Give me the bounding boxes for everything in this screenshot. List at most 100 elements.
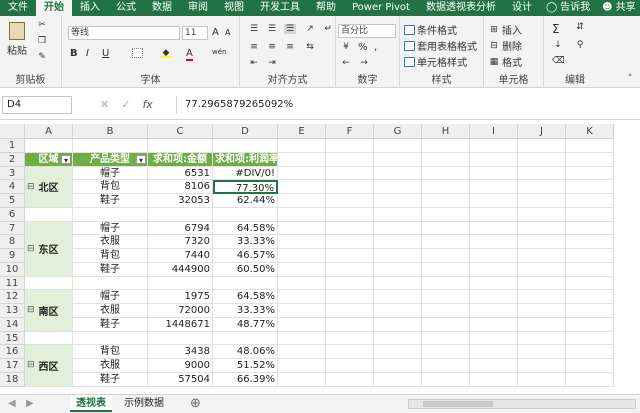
shrink-font-button[interactable]: A xyxy=(225,28,230,37)
tab-insert[interactable]: 插入 xyxy=(72,0,108,16)
margin-cell[interactable]: 33.33% xyxy=(213,235,278,249)
tell-me[interactable]: ◯ 告诉我 xyxy=(540,0,596,16)
grid-cell[interactable] xyxy=(374,166,422,181)
grid-cell[interactable] xyxy=(518,317,566,332)
accounting-button[interactable]: ¥ xyxy=(340,42,352,52)
grid-cell[interactable] xyxy=(566,317,614,332)
sheet-tab-sample[interactable]: 示例数据 xyxy=(118,395,170,412)
grid-cell[interactable] xyxy=(566,207,614,222)
align-right-button[interactable]: ≡ xyxy=(284,42,296,52)
grid-cell[interactable] xyxy=(326,262,374,277)
active-cell[interactable]: 77.30% xyxy=(213,180,278,194)
row-header[interactable]: 3 xyxy=(0,166,25,181)
column-header[interactable]: F xyxy=(326,124,374,139)
grid-cell[interactable] xyxy=(566,235,614,249)
grid-cell[interactable] xyxy=(518,276,566,291)
margin-cell[interactable]: 64.58% xyxy=(213,221,278,236)
delete-cells-button[interactable]: ⊟ 删除 xyxy=(488,38,522,54)
sheet-tab-pivot[interactable]: 透视表 xyxy=(70,395,112,412)
grid-cell[interactable] xyxy=(326,207,374,222)
grid-cell[interactable] xyxy=(422,359,470,373)
amount-cell[interactable]: 3438 xyxy=(148,345,213,359)
find-select-button[interactable]: ⚲ xyxy=(574,40,586,50)
column-header[interactable]: E xyxy=(278,124,326,139)
grid-cell[interactable] xyxy=(374,359,422,373)
row-header[interactable]: 16 xyxy=(0,345,25,359)
tab-help[interactable]: 帮助 xyxy=(308,0,344,16)
grid-cell[interactable] xyxy=(278,249,326,263)
amount-cell[interactable]: 32053 xyxy=(148,194,213,208)
grid-cell[interactable] xyxy=(566,359,614,373)
grid-cell[interactable] xyxy=(518,304,566,318)
grid-cell[interactable] xyxy=(374,235,422,249)
align-left-button[interactable]: ≡ xyxy=(248,42,260,52)
number-format-select[interactable]: 百分比 xyxy=(338,24,396,38)
row-header[interactable]: 5 xyxy=(0,194,25,208)
grid-cell[interactable] xyxy=(422,345,470,359)
column-header[interactable]: H xyxy=(422,124,470,139)
grid-cell[interactable] xyxy=(326,180,374,194)
row-header[interactable]: 8 xyxy=(0,235,25,249)
grid-cell[interactable] xyxy=(566,249,614,263)
grid-cell[interactable] xyxy=(566,290,614,304)
column-header[interactable]: J xyxy=(518,124,566,139)
comma-button[interactable]: , xyxy=(374,42,377,53)
grid-cell[interactable] xyxy=(374,194,422,208)
grid-cell[interactable] xyxy=(470,235,518,249)
grid-cell[interactable] xyxy=(566,345,614,359)
grid-cell[interactable] xyxy=(470,262,518,277)
row-header[interactable]: 17 xyxy=(0,359,25,373)
grid-cell[interactable] xyxy=(374,152,422,167)
grid-cell[interactable] xyxy=(278,235,326,249)
grid-cell[interactable] xyxy=(278,372,326,387)
row-header[interactable]: 7 xyxy=(0,221,25,236)
column-header[interactable]: A xyxy=(25,124,73,139)
grid-cell[interactable] xyxy=(374,304,422,318)
italic-button[interactable]: I xyxy=(86,48,89,59)
row-header[interactable]: 14 xyxy=(0,317,25,332)
collapse-icon[interactable]: ⊟ xyxy=(27,360,35,370)
align-bottom-button[interactable]: ☰ xyxy=(284,24,296,34)
grid-cell[interactable] xyxy=(518,249,566,263)
clear-button[interactable]: ⌫ xyxy=(552,56,565,66)
collapse-icon[interactable]: ⊟ xyxy=(27,244,35,254)
row-header[interactable]: 2 xyxy=(0,152,25,167)
grid-cell[interactable] xyxy=(518,194,566,208)
paste-button[interactable]: 粘贴 xyxy=(5,22,29,57)
grid-cell[interactable] xyxy=(422,262,470,277)
increase-indent-button[interactable]: ⇥ xyxy=(266,58,278,68)
product-cell[interactable]: 帽子 xyxy=(73,221,148,236)
grid-cell[interactable] xyxy=(422,139,470,153)
pivot-header[interactable]: 区域 ▾ xyxy=(25,152,73,167)
sort-filter-button[interactable]: ⇵ xyxy=(574,22,586,32)
fill-color-button[interactable]: ◆ xyxy=(160,48,172,58)
grid-cell[interactable] xyxy=(566,139,614,153)
grid-cell[interactable] xyxy=(422,180,470,194)
margin-cell[interactable]: 33.33% xyxy=(213,304,278,318)
product-cell[interactable]: 帽子 xyxy=(73,166,148,181)
grid-cell[interactable] xyxy=(422,249,470,263)
tab-review[interactable]: 审阅 xyxy=(180,0,216,16)
grid-cell[interactable] xyxy=(213,276,278,291)
collapse-icon[interactable]: ⊟ xyxy=(27,182,35,192)
grid-cell[interactable] xyxy=(326,372,374,387)
grid-cell[interactable] xyxy=(470,304,518,318)
product-cell[interactable]: 鞋子 xyxy=(73,262,148,277)
font-color-button[interactable]: A xyxy=(186,48,193,61)
grid-cell[interactable] xyxy=(148,276,213,291)
grid-cell[interactable] xyxy=(566,304,614,318)
row-header[interactable]: 15 xyxy=(0,331,25,346)
select-all-corner[interactable] xyxy=(0,124,25,139)
grid-cell[interactable] xyxy=(148,139,213,153)
insert-function-icon[interactable]: fx xyxy=(142,96,152,114)
increase-decimal-button[interactable]: ← xyxy=(340,58,352,68)
grid-cell[interactable] xyxy=(518,139,566,153)
row-header[interactable]: 13 xyxy=(0,304,25,318)
margin-cell[interactable]: 48.77% xyxy=(213,317,278,332)
grid-cell[interactable] xyxy=(213,331,278,346)
grid-cell[interactable] xyxy=(518,166,566,181)
grid-cell[interactable] xyxy=(566,221,614,236)
tab-power-pivot[interactable]: Power Pivot xyxy=(344,0,418,16)
grid-cell[interactable] xyxy=(374,221,422,236)
amount-cell[interactable]: 1448671 xyxy=(148,317,213,332)
